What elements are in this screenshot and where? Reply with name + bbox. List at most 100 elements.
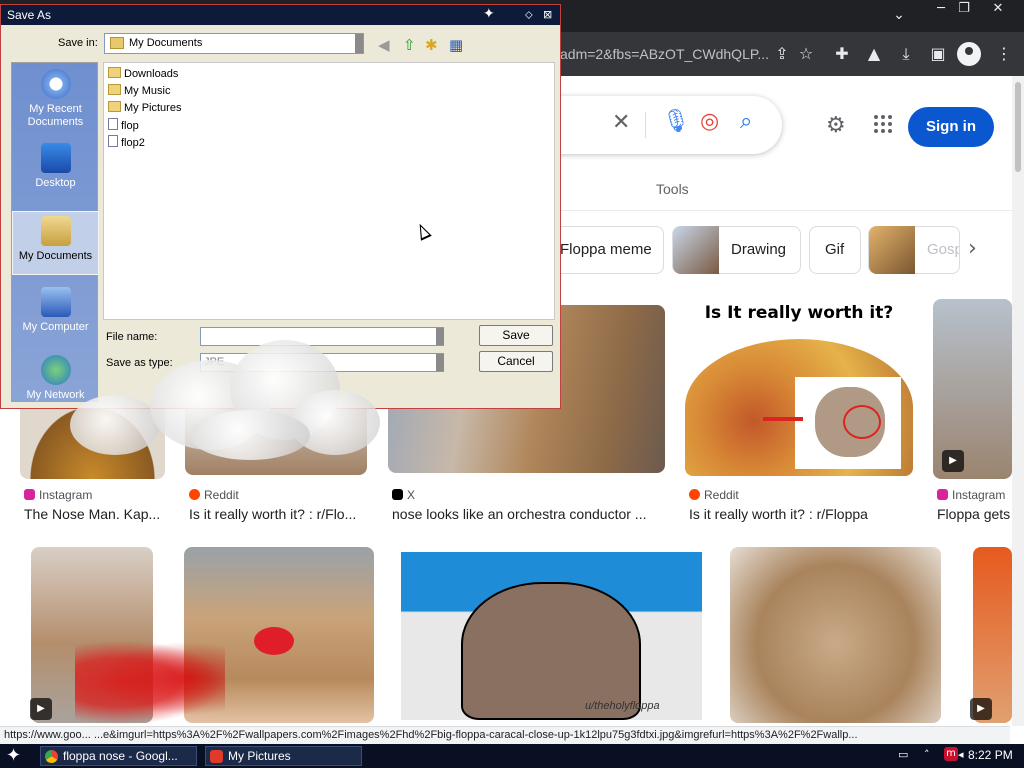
file-list[interactable]: Downloads My Music My Pictures flop flop… xyxy=(103,62,555,320)
dialog-title-bar[interactable]: Save As ✦ ⬦ ⊠ xyxy=(1,5,560,25)
place-label: My Network xyxy=(26,389,85,401)
file-name: flop2 xyxy=(121,137,145,149)
dialog-close-icon[interactable]: ⊠ xyxy=(543,8,552,21)
file-item-my-music[interactable]: My Music xyxy=(108,84,170,98)
chevron-right-icon[interactable]: › xyxy=(968,236,977,261)
image-file-icon xyxy=(108,135,118,147)
place-my-documents[interactable]: My Documents xyxy=(12,211,99,275)
place-desktop[interactable]: Desktop xyxy=(12,143,99,189)
result-5-caption[interactable]: Floppa gets xyxy=(937,506,1012,522)
save-button[interactable]: Save xyxy=(479,325,553,346)
place-recent-documents[interactable]: My Recent Documents xyxy=(12,69,99,131)
file-name-dropdown-icon[interactable] xyxy=(436,328,444,345)
tabs-divider xyxy=(540,210,1012,211)
tools-tab[interactable]: Tools xyxy=(656,181,689,197)
search-icon[interactable]: ⌕ xyxy=(740,109,752,134)
result-image-8[interactable]: u/theholyfloppa xyxy=(401,552,702,720)
result-1-source[interactable]: Instagram xyxy=(24,488,92,502)
result-image-4[interactable]: Is It really worth it? xyxy=(685,299,913,476)
clock[interactable]: 8:22 PM xyxy=(968,748,1013,762)
file-item-flop[interactable]: flop xyxy=(108,118,139,133)
result-image-9[interactable] xyxy=(730,547,941,723)
antivirus-icon[interactable]: m xyxy=(944,747,958,761)
chip-gif[interactable]: Gif xyxy=(809,226,861,274)
place-my-computer[interactable]: My Computer xyxy=(12,287,99,335)
place-my-network[interactable]: My Network xyxy=(12,355,99,401)
place-label: My Documents xyxy=(18,250,93,262)
play-icon: ▶ xyxy=(942,450,964,472)
result-3-caption[interactable]: nose looks like an orchestra conductor .… xyxy=(392,506,662,522)
pictures-folder-icon xyxy=(108,101,121,112)
new-folder-icon[interactable]: ✱ xyxy=(425,36,438,54)
place-label: My Recent Documents xyxy=(27,103,84,128)
places-bar: My Recent Documents Desktop My Documents… xyxy=(11,62,99,402)
result-3-source[interactable]: X xyxy=(392,488,415,502)
start-icon[interactable]: ✦ xyxy=(6,745,21,766)
folder-icon xyxy=(108,67,121,78)
result-4-source[interactable]: Reddit xyxy=(689,488,739,502)
save-in-select[interactable]: My Documents xyxy=(104,33,364,54)
view-menu-icon[interactable]: ▦ xyxy=(449,36,463,54)
computer-icon xyxy=(40,287,71,317)
image-file-icon xyxy=(108,118,118,130)
settings-gear-icon[interactable]: ⚙ xyxy=(826,113,846,138)
result-4-caption[interactable]: Is it really worth it? : r/Floppa xyxy=(689,506,909,522)
task-chrome[interactable]: floppa nose - Googl... xyxy=(40,746,197,766)
file-item-my-pictures[interactable]: My Pictures xyxy=(108,101,181,115)
scrollbar-thumb[interactable] xyxy=(1015,82,1021,172)
close-window-button[interactable]: ✕ xyxy=(981,0,1015,20)
file-name-input[interactable] xyxy=(200,327,444,346)
meme-red-arrow xyxy=(763,417,803,421)
dropdown-arrow-icon[interactable] xyxy=(355,34,363,53)
profile-icon[interactable] xyxy=(957,42,981,66)
menu-icon[interactable]: ⋮ xyxy=(991,41,1017,67)
back-icon[interactable]: ◀ xyxy=(378,36,390,54)
volume-icon[interactable]: ◂ xyxy=(958,748,964,761)
tray-arrow-icon[interactable]: ˄ xyxy=(924,748,930,761)
chip-drawing-thumb xyxy=(673,226,719,274)
up-folder-icon[interactable]: ⇧ xyxy=(403,36,416,54)
result-1-caption[interactable]: The Nose Man. Kap... xyxy=(24,506,164,522)
pin-star-icon[interactable]: ✦ xyxy=(483,6,495,22)
flask-icon[interactable]: ▲ xyxy=(861,41,887,67)
help-icon[interactable]: ⬦ xyxy=(525,8,533,22)
file-name: My Pictures xyxy=(124,102,182,114)
url-text[interactable]: adm=2&fbs=ABzOT_CWdhQLP... xyxy=(560,46,769,62)
extensions-icon[interactable]: ✚ xyxy=(829,41,855,67)
reddit-icon xyxy=(689,489,700,500)
search-divider xyxy=(645,112,646,138)
restore-button[interactable]: ❐ xyxy=(947,0,981,20)
clear-search-icon[interactable]: ✕ xyxy=(612,110,630,135)
result-5-source[interactable]: Instagram xyxy=(937,488,1005,502)
play-icon: ▶ xyxy=(30,698,52,720)
result-2-source[interactable]: Reddit xyxy=(189,488,239,502)
share-icon[interactable]: ⇪ xyxy=(769,41,795,67)
result-image-10[interactable] xyxy=(973,547,1012,723)
sidepanel-icon[interactable]: ▣ xyxy=(925,41,951,67)
search-box[interactable]: ✕ 🎙 ◎ ⌕ xyxy=(540,96,782,154)
chip-drawing-label: Drawing xyxy=(731,241,787,258)
file-name: flop xyxy=(121,120,139,132)
chip-gosp-thumb xyxy=(869,226,915,274)
download-icon[interactable]: ⤓ xyxy=(893,41,919,67)
file-item-flop2[interactable]: flop2 xyxy=(108,135,145,150)
google-apps-icon[interactable] xyxy=(872,113,894,135)
task-label: floppa nose - Googl... xyxy=(63,749,178,763)
taskbar: ✦ floppa nose - Googl... My Pictures ▭ ˄… xyxy=(0,744,1024,768)
voice-search-icon[interactable]: 🎙 xyxy=(662,109,690,134)
sign-in-button[interactable]: Sign in xyxy=(908,107,994,147)
save-type-dropdown-icon[interactable] xyxy=(436,354,444,371)
cancel-button[interactable]: Cancel xyxy=(479,351,553,372)
lens-search-icon[interactable]: ◎ xyxy=(700,109,719,134)
tab-search-chevron-icon[interactable]: ⌄ xyxy=(882,6,916,26)
star-icon[interactable]: ☆ xyxy=(793,41,819,67)
chrome-icon xyxy=(45,750,58,763)
clock-icon xyxy=(40,69,71,99)
keyboard-icon[interactable]: ▭ xyxy=(898,748,908,761)
page-scrollbar[interactable] xyxy=(1012,76,1024,726)
task-my-pictures[interactable]: My Pictures xyxy=(205,746,362,766)
file-name: Downloads xyxy=(124,68,179,80)
result-2-caption[interactable]: Is it really worth it? : r/Flo... xyxy=(189,506,369,522)
chip-gosp-label: Gosp xyxy=(927,241,960,258)
file-item-downloads[interactable]: Downloads xyxy=(108,67,178,81)
